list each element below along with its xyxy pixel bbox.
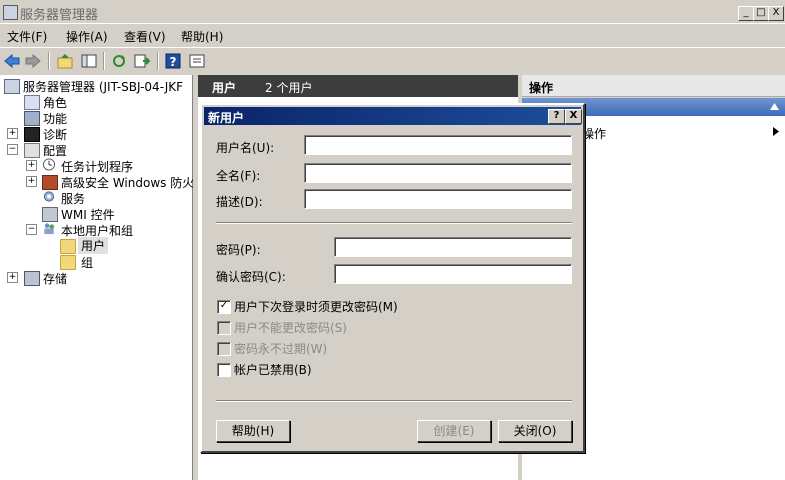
cannot-change-password-label[interactable]: 用户不能更改密码(S)	[234, 319, 347, 336]
server-manager-icon	[4, 79, 20, 94]
username-label: 用户名(U):	[216, 141, 275, 155]
gear-icon	[43, 191, 55, 202]
tree-item-services[interactable]: 服务	[61, 190, 85, 207]
diagnostics-icon	[24, 127, 40, 142]
action-item-more[interactable]: 操作	[582, 125, 606, 142]
username-input[interactable]	[304, 135, 572, 155]
users-group-icon	[44, 223, 55, 235]
dialog-help-button[interactable]: ?	[548, 109, 565, 124]
description-label: 描述(D):	[216, 195, 263, 209]
create-button[interactable]: 创建(E)	[417, 420, 491, 442]
collapse-configuration-toggle[interactable]: −	[7, 144, 18, 155]
actions-title: 操作	[529, 81, 554, 95]
back-arrow-icon[interactable]	[3, 52, 21, 70]
submenu-arrow-icon[interactable]	[773, 127, 779, 136]
confirm-password-label: 确认密码(C):	[216, 270, 286, 284]
description-input[interactable]	[304, 189, 572, 209]
folder-icon	[60, 239, 76, 254]
must-change-password-checkbox[interactable]: ✓	[217, 300, 231, 314]
tree-item-features[interactable]: 功能	[43, 110, 67, 127]
password-input[interactable]	[334, 237, 572, 257]
firewall-icon	[42, 175, 58, 190]
dialog-title-bar: 新用户 ? X	[204, 107, 582, 125]
collapse-up-icon[interactable]	[770, 103, 779, 110]
expand-firewall-toggle[interactable]: +	[26, 176, 37, 187]
menu-bar: 文件(F) 操作(A) 查看(V) 帮助(H)	[0, 25, 785, 46]
tree-item-wmi[interactable]: WMI 控件	[61, 206, 115, 223]
toolbar: ?	[0, 47, 785, 73]
must-change-password-label[interactable]: 用户下次登录时须更改密码(M)	[234, 298, 398, 315]
menu-action[interactable]: 操作(A)	[66, 28, 108, 45]
tree-root[interactable]: 服务器管理器 (JIT-SBJ-04-JKF	[23, 78, 183, 95]
minimize-button[interactable]: _	[738, 6, 754, 21]
clock-icon	[42, 158, 56, 171]
password-never-expires-label[interactable]: 密码永不过期(W)	[234, 340, 327, 357]
help-icon[interactable]: ?	[164, 52, 182, 70]
properties-pane-icon[interactable]	[188, 52, 206, 70]
password-never-expires-checkbox[interactable]	[217, 342, 231, 356]
dialog-title: 新用户	[208, 111, 245, 125]
actions-pane-header: 操作	[522, 75, 785, 97]
tree-item-roles[interactable]: 角色	[43, 94, 67, 111]
expand-diagnostics-toggle[interactable]: +	[7, 128, 18, 139]
new-user-dialog: 新用户 ? X 用户名(U): 全名(F): 描述(D): 密码(P): 确认密…	[200, 103, 585, 453]
up-folder-icon[interactable]	[56, 52, 74, 70]
fullname-label: 全名(F):	[216, 169, 261, 183]
help-button[interactable]: 帮助(H)	[216, 420, 290, 442]
separator	[216, 400, 572, 402]
server-manager-icon	[3, 5, 18, 20]
account-disabled-label[interactable]: 帐户已禁用(B)	[234, 361, 312, 378]
expand-storage-toggle[interactable]: +	[7, 272, 18, 283]
show-hide-tree-icon[interactable]	[80, 52, 98, 70]
menu-file[interactable]: 文件(F)	[7, 28, 47, 45]
storage-icon	[24, 271, 40, 286]
tree-item-task-scheduler[interactable]: 任务计划程序	[61, 158, 133, 175]
expand-task-scheduler-toggle[interactable]: +	[26, 160, 37, 171]
svg-text:?: ?	[170, 55, 177, 69]
users-count: 2 个用户	[265, 81, 313, 95]
export-list-icon[interactable]	[133, 52, 151, 70]
tree-item-storage[interactable]: 存储	[43, 270, 67, 287]
users-pane-header: 用户 2 个用户	[198, 75, 518, 97]
folder-icon	[60, 255, 76, 270]
account-disabled-checkbox[interactable]	[217, 363, 231, 377]
menu-view[interactable]: 查看(V)	[124, 28, 166, 45]
fullname-input[interactable]	[304, 163, 572, 183]
password-label: 密码(P):	[216, 243, 261, 257]
menu-help[interactable]: 帮助(H)	[181, 28, 223, 45]
tree-item-groups[interactable]: 组	[81, 254, 93, 271]
maximize-button[interactable]: □	[753, 6, 769, 21]
features-icon	[24, 111, 40, 126]
tree-item-diagnostics[interactable]: 诊断	[43, 126, 67, 143]
tree-item-users[interactable]: 用户	[78, 237, 109, 254]
roles-icon	[24, 95, 40, 110]
wmi-control-icon	[42, 207, 58, 222]
window-title-bar: 服务器管理器 _ □ X	[0, 0, 785, 24]
users-pane-title: 用户	[212, 81, 237, 95]
dialog-close-button[interactable]: X	[565, 109, 582, 124]
confirm-password-input[interactable]	[334, 264, 572, 284]
cannot-change-password-checkbox[interactable]	[217, 321, 231, 335]
separator	[216, 222, 572, 224]
tree-item-configuration[interactable]: 配置	[43, 142, 67, 159]
close-button[interactable]: 关闭(O)	[498, 420, 572, 442]
tree-item-firewall[interactable]: 高级安全 Windows 防火墙	[61, 174, 193, 191]
refresh-icon[interactable]	[110, 52, 128, 70]
configuration-icon	[24, 143, 40, 158]
navigation-tree: 服务器管理器 (JIT-SBJ-04-JKF 角色 功能 + 诊断 − 配置 +…	[0, 75, 193, 480]
close-window-button[interactable]: X	[768, 6, 784, 21]
collapse-local-users-toggle[interactable]: −	[26, 224, 37, 235]
forward-arrow-icon[interactable]	[24, 52, 42, 70]
window-title: 服务器管理器	[20, 8, 99, 23]
